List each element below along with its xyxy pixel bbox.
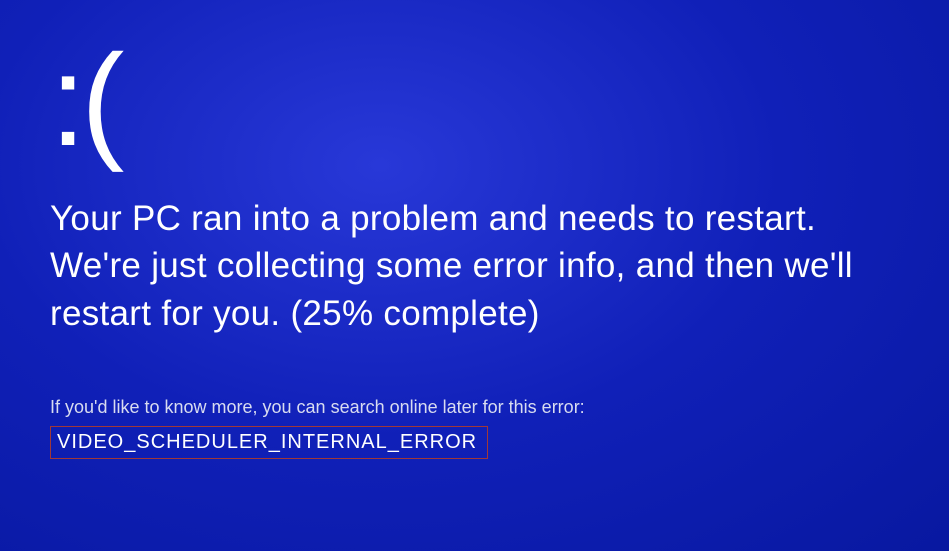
search-info-text: If you'd like to know more, you can sear…: [50, 397, 899, 418]
bsod-container: :( Your PC ran into a problem and needs …: [0, 0, 949, 459]
error-code: VIDEO_SCHEDULER_INTERNAL_ERROR: [50, 426, 488, 459]
sad-face-icon: :(: [50, 35, 899, 165]
main-error-message: Your PC ran into a problem and needs to …: [50, 195, 899, 337]
